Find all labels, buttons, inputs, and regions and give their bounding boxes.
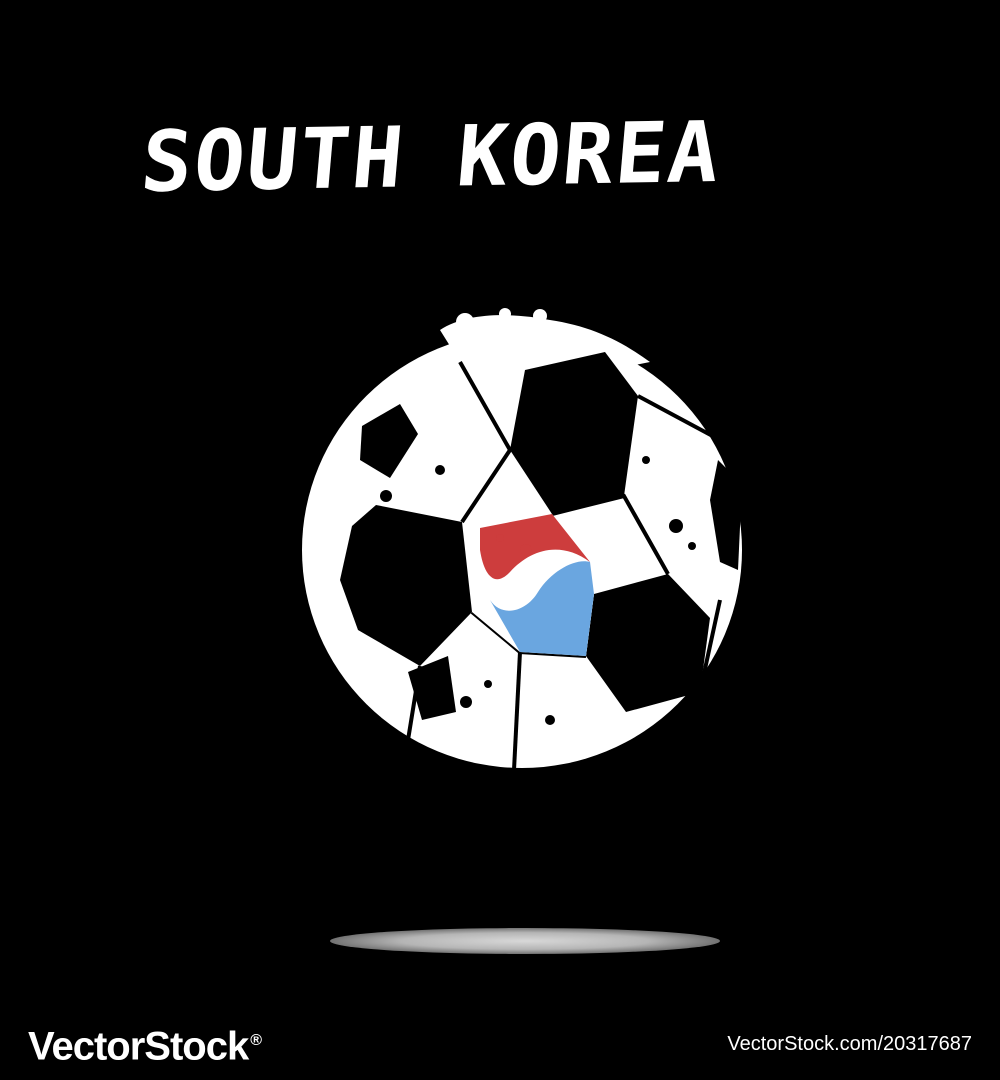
soccer-ball-illustration (290, 300, 760, 800)
watermark-url: VectorStock.com/20317687 (727, 1033, 972, 1055)
watermark-brand: VectorStock ® (28, 1018, 262, 1069)
artboard: SOUTH KOREA (0, 0, 1000, 1000)
title-text: SOUTH KOREA (137, 102, 726, 211)
watermark-brand-text: VectorStock (28, 1024, 249, 1069)
watermark-bar: VectorStock ® VectorStock.com/20317687 (0, 1000, 1000, 1080)
watermark-trademark: ® (250, 1032, 262, 1049)
ball-shadow (330, 928, 720, 954)
